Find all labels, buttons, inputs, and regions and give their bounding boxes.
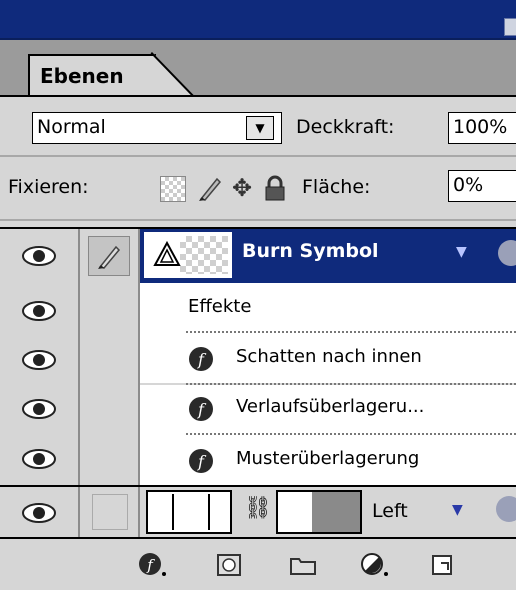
tab-ebenen[interactable]: Ebenen bbox=[28, 54, 156, 96]
effect-fx-icon[interactable]: f bbox=[188, 396, 214, 422]
layer-mask-thumbnail[interactable] bbox=[276, 490, 362, 534]
triangle-down-icon[interactable]: ▼ bbox=[452, 502, 463, 518]
new-layer-icon[interactable] bbox=[428, 552, 458, 578]
eye-icon[interactable] bbox=[18, 390, 60, 428]
divider bbox=[0, 219, 516, 229]
effects-label: Effekte bbox=[188, 296, 252, 317]
eye-icon[interactable] bbox=[18, 440, 60, 478]
transparency-checker bbox=[180, 236, 228, 274]
adjustment-layer-icon[interactable] bbox=[360, 552, 390, 578]
eye-icon[interactable] bbox=[18, 237, 60, 275]
fx-icon[interactable] bbox=[496, 496, 516, 522]
layer-name: Left bbox=[372, 500, 408, 522]
eye-icon[interactable] bbox=[18, 292, 60, 330]
link-slot[interactable] bbox=[92, 494, 128, 530]
lock-position-icon[interactable]: ✥ bbox=[226, 172, 258, 204]
paintbrush-icon[interactable] bbox=[88, 236, 130, 276]
lock-all-icon[interactable] bbox=[262, 174, 288, 202]
close-box-icon[interactable] bbox=[504, 18, 516, 36]
new-set-icon[interactable] bbox=[288, 552, 318, 578]
chevron-down-icon[interactable]: ▼ bbox=[246, 116, 274, 140]
opacity-label: Deckkraft: bbox=[296, 116, 395, 138]
layers-palette: Ebenen Normal ▼ Deckkraft: 100% Fixieren… bbox=[0, 0, 516, 590]
lock-transparency-icon[interactable] bbox=[160, 176, 186, 202]
fill-label: Fläche: bbox=[302, 176, 371, 198]
blend-mode-select[interactable]: Normal bbox=[32, 112, 282, 144]
palette-title-bar[interactable] bbox=[0, 0, 516, 40]
eye-icon[interactable] bbox=[18, 341, 60, 379]
effect-label: Verlaufsüberlageru... bbox=[236, 396, 425, 417]
effect-label: Schatten nach innen bbox=[236, 346, 422, 367]
effect-fx-icon[interactable]: f bbox=[188, 346, 214, 372]
fill-input[interactable]: 0% bbox=[448, 170, 516, 202]
lock-image-icon[interactable] bbox=[194, 172, 226, 204]
triangle-down-icon[interactable]: ▼ bbox=[456, 244, 467, 260]
layer-style-icon[interactable]: f bbox=[138, 552, 168, 578]
layer-thumbnail[interactable] bbox=[146, 490, 232, 534]
effect-label: Musterüberlagerung bbox=[236, 448, 420, 469]
layer-name: Burn Symbol bbox=[242, 240, 379, 262]
lock-label: Fixieren: bbox=[8, 176, 89, 198]
layer-thumbnail[interactable] bbox=[144, 232, 232, 278]
opacity-input[interactable]: 100% bbox=[448, 112, 516, 144]
column-separator bbox=[78, 229, 80, 537]
layer-mask-icon[interactable] bbox=[214, 552, 244, 578]
tab-label: Ebenen bbox=[40, 64, 124, 88]
effect-fx-icon[interactable]: f bbox=[188, 448, 214, 474]
chain-link-icon[interactable]: ⛓ bbox=[244, 496, 272, 521]
eye-icon[interactable] bbox=[18, 494, 60, 532]
